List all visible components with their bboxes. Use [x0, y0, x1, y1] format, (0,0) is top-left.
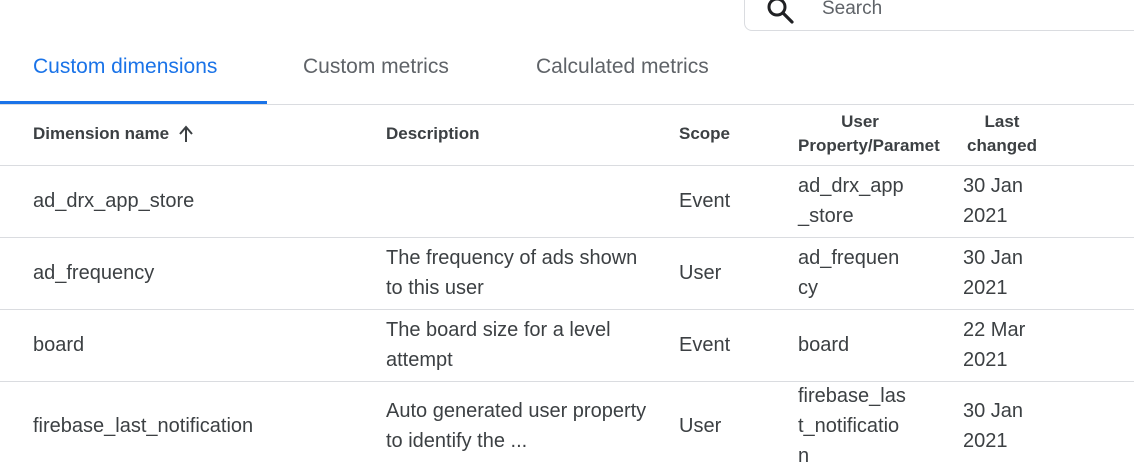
last-changed-cell: 30 Jan 2021 — [963, 400, 1024, 452]
description-cell: The board size for a level attempt — [386, 319, 611, 371]
last-changed-cell: 22 Mar 2021 — [963, 319, 1026, 371]
user-property-parameter-cell: board — [798, 334, 850, 356]
column-header-label-line2: Property/Parameter — [798, 136, 940, 155]
column-header-scope[interactable]: Scope — [679, 122, 730, 146]
custom-definitions-page: Custom dimensions Custom metrics Calcula… — [0, 0, 1134, 466]
user-property-parameter-cell: firebase_last_notification — [798, 385, 906, 466]
dimension-name-cell: board — [33, 334, 85, 356]
tab-label: Calculated metrics — [536, 55, 709, 78]
dimension-name-cell: ad_frequency — [33, 262, 155, 284]
table-header-row: Dimension name Description Scope User Pr… — [0, 105, 1134, 166]
table-row[interactable]: ad_drx_app_store Event ad_drx_app_store … — [0, 166, 1134, 238]
description-cell: The frequency of ads shown to this user — [386, 247, 638, 299]
column-header-label-line1: User — [841, 112, 879, 131]
table-row[interactable]: ad_frequency The frequency of ads shown … — [0, 238, 1134, 310]
column-header-dimension-name[interactable]: Dimension name — [33, 122, 193, 146]
definition-tabs: Custom dimensions Custom metrics Calcula… — [0, 44, 1134, 104]
dimension-name-cell: firebase_last_notification — [33, 415, 254, 437]
custom-dimensions-table: Dimension name Description Scope User Pr… — [0, 105, 1134, 466]
search-icon[interactable] — [766, 0, 796, 25]
column-header-label: Dimension name — [33, 124, 170, 143]
scope-cell: User — [679, 415, 722, 437]
arrow-up-icon[interactable] — [179, 125, 193, 143]
tab-calculated-metrics[interactable]: Calculated metrics — [536, 44, 709, 104]
scope-cell: Event — [679, 334, 731, 356]
scope-cell: User — [679, 262, 722, 284]
last-changed-cell: 30 Jan 2021 — [963, 247, 1024, 299]
last-changed-cell: 30 Jan 2021 — [963, 175, 1024, 227]
column-header-label-line2: changed — [967, 136, 1037, 155]
column-header-last-changed[interactable]: Last changed — [966, 110, 1038, 158]
table-row[interactable]: board The board size for a level attempt… — [0, 310, 1134, 382]
table-row[interactable]: firebase_last_notification Auto generate… — [0, 382, 1134, 466]
column-header-description[interactable]: Description — [386, 122, 480, 146]
user-property-parameter-cell: ad_drx_app_store — [798, 175, 904, 227]
description-cell: Auto generated user property to identify… — [386, 400, 647, 452]
search-box[interactable] — [744, 0, 1134, 31]
column-header-user-property-parameter[interactable]: User Property/Parameter — [798, 110, 940, 158]
scope-cell: Event — [679, 190, 731, 212]
column-header-label-line1: Last — [984, 112, 1020, 131]
tab-label: Custom dimensions — [33, 55, 218, 78]
tab-custom-dimensions[interactable]: Custom dimensions — [0, 44, 267, 104]
dimension-name-cell: ad_drx_app_store — [33, 190, 195, 212]
tab-custom-metrics[interactable]: Custom metrics — [303, 44, 449, 104]
search-input[interactable] — [822, 0, 1122, 22]
tab-label: Custom metrics — [303, 55, 449, 78]
user-property-parameter-cell: ad_frequency — [798, 247, 900, 299]
